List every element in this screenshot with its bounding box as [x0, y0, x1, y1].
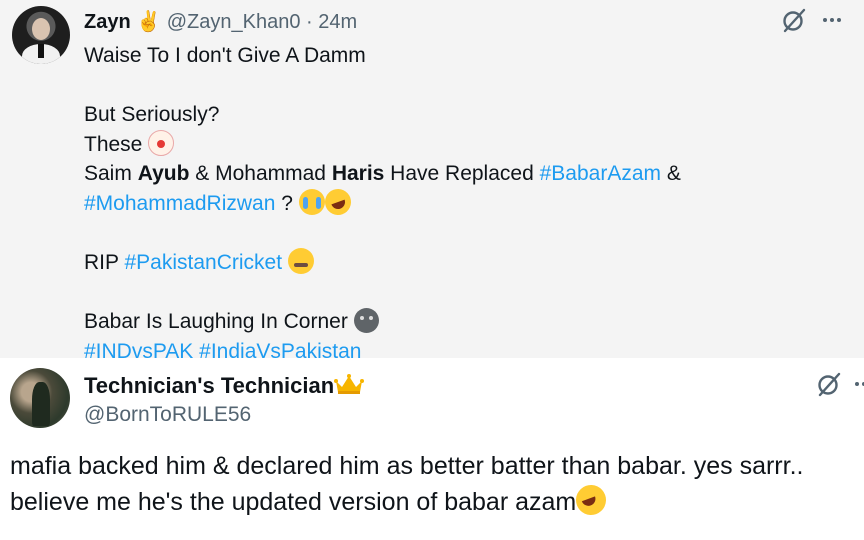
handle[interactable]: @Zayn_Khan0	[167, 11, 301, 33]
separator: ·	[306, 11, 313, 33]
clown-emoji-icon	[148, 129, 175, 156]
text-span: Saim	[84, 162, 138, 186]
avatar-technician[interactable]	[10, 368, 70, 428]
text-line: These	[84, 129, 681, 160]
text-line: Babar Is Laughing In Corner	[84, 307, 681, 337]
text-line: But Seriously?	[84, 103, 220, 127]
bold-text: Ayub	[137, 162, 190, 186]
display-name-row: Technician's Technician	[84, 373, 365, 399]
rofl-emoji-icon	[572, 480, 611, 520]
hashtag-link[interactable]: #BabarAzam	[540, 162, 661, 185]
text-line: Waise To I don't Give A Damm	[84, 44, 366, 67]
text-line: mafia backed him & declared him as bette…	[10, 452, 804, 480]
hashtag-link[interactable]: #MohammadRizwan	[84, 192, 275, 215]
text-span: & Mohammad	[189, 162, 332, 186]
bold-text: Haris	[331, 162, 385, 186]
grok-icon[interactable]	[815, 370, 843, 398]
crown-emoji-icon	[334, 374, 365, 394]
text-span: ?	[275, 191, 299, 215]
avatar-zayn[interactable]	[12, 6, 70, 64]
text-span: RIP	[84, 251, 125, 275]
text-span: believe me he's the updated version of b…	[10, 488, 577, 516]
text-line: believe me he's the updated version of b…	[10, 480, 803, 520]
tweet-text: Waise To I don't Give A Damm But Serious…	[84, 41, 681, 367]
grok-icon[interactable]	[780, 6, 808, 34]
hashtag-link[interactable]: #PakistanCricket	[124, 251, 282, 274]
text-line: Saim Ayub & Mohammad Haris Have Replaced…	[84, 159, 681, 189]
text-span: &	[661, 162, 681, 186]
victory-hand-icon: ✌	[136, 11, 162, 33]
display-name[interactable]: Zayn	[84, 11, 131, 33]
tweet-header: Zayn ✌ @Zayn_Khan0 · 24m	[84, 9, 357, 34]
text-span: These	[84, 132, 143, 156]
text-span: Babar Is Laughing In Corner	[84, 310, 354, 334]
text-line: RIP #PakistanCricket	[84, 248, 681, 278]
tweet-zayn[interactable]: Zayn ✌ @Zayn_Khan0 · 24m Waise To I don'…	[0, 0, 864, 363]
more-icon[interactable]	[818, 6, 846, 34]
dark-face-emoji-icon	[353, 308, 379, 334]
rofl-emoji-icon	[321, 185, 355, 219]
sick-emoji-icon	[287, 248, 314, 275]
crying-emoji-icon	[298, 188, 325, 215]
timestamp[interactable]: 24m	[318, 11, 357, 33]
more-icon[interactable]	[850, 370, 864, 398]
display-name[interactable]: Technician's Technician	[84, 373, 334, 398]
handle[interactable]: @BornToRULE56	[84, 403, 251, 427]
tweet-text: mafia backed him & declared him as bette…	[10, 448, 803, 520]
text-span: Have Replaced	[384, 162, 540, 186]
text-line: #MohammadRizwan ?	[84, 185, 681, 219]
